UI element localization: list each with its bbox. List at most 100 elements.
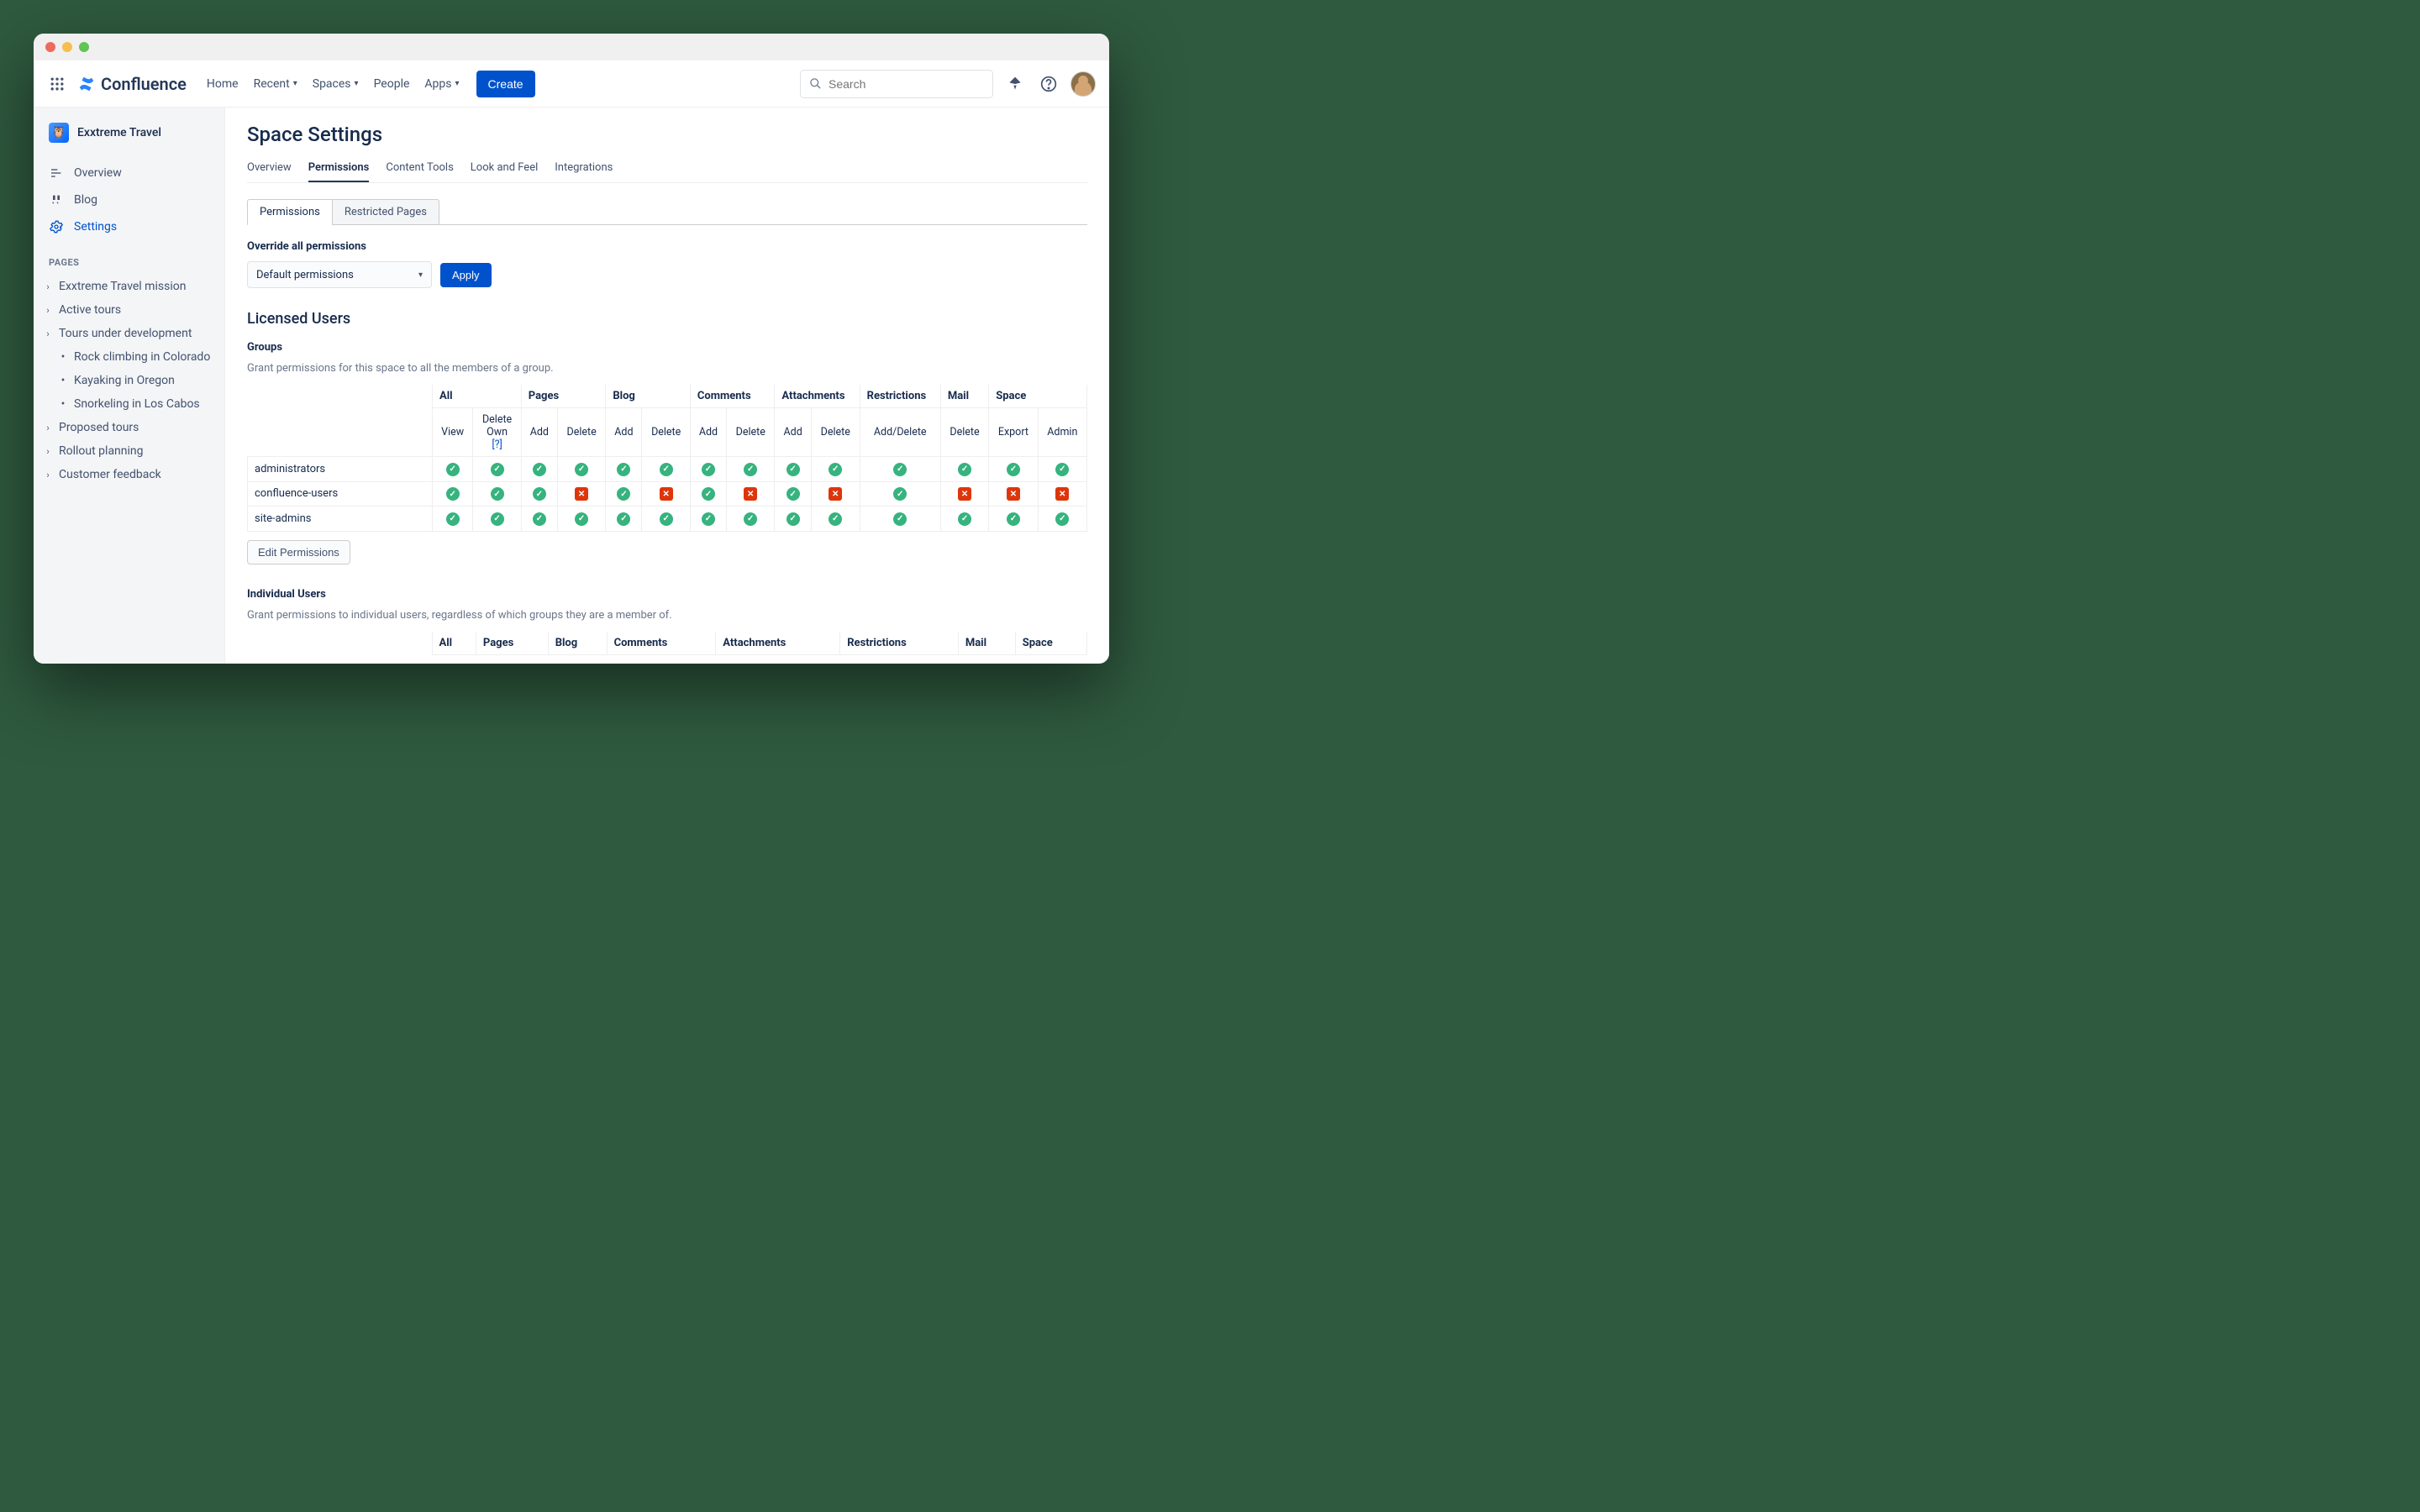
permission-cell[interactable]: ✓ [606, 481, 642, 507]
sidebar-item-overview[interactable]: Overview [40, 160, 218, 186]
override-permissions-select[interactable]: Default permissions ▾ [247, 261, 432, 288]
permission-cell[interactable]: ✓ [940, 507, 988, 532]
permission-row: site-admins✓✓✓✓✓✓✓✓✓✓✓✓✓✓ [248, 507, 1087, 532]
nav-recent[interactable]: Recent▾ [254, 77, 297, 91]
permission-cell[interactable]: ✓ [433, 507, 473, 532]
permission-cell[interactable]: ✓ [1038, 457, 1086, 482]
subtab-permissions[interactable]: Permissions [247, 199, 332, 225]
individual-permissions-table: AllPagesBlogCommentsAttachmentsRestricti… [247, 632, 1087, 655]
col-sub: Add [775, 408, 811, 457]
tab-permissions[interactable]: Permissions [308, 155, 370, 182]
permission-cell[interactable]: ✓ [775, 507, 811, 532]
permission-cell[interactable]: ✕ [1038, 481, 1086, 507]
permission-cell[interactable]: ✓ [557, 507, 605, 532]
tab-integrations[interactable]: Integrations [555, 155, 613, 182]
window-zoom-button[interactable] [79, 42, 89, 52]
permission-cell[interactable]: ✓ [775, 481, 811, 507]
permission-cell[interactable]: ✕ [557, 481, 605, 507]
check-icon: ✓ [575, 463, 588, 476]
permission-cell[interactable]: ✓ [690, 481, 726, 507]
permission-cell[interactable]: ✓ [473, 507, 521, 532]
app-switcher-icon[interactable] [47, 74, 67, 94]
permission-cell[interactable]: ✓ [860, 507, 940, 532]
group-name-cell: confluence-users [248, 481, 433, 507]
permission-cell[interactable]: ✓ [690, 457, 726, 482]
help-icon[interactable] [1037, 72, 1060, 96]
cross-icon: ✕ [660, 487, 673, 501]
search-box[interactable] [800, 70, 993, 98]
edit-permissions-button[interactable]: Edit Permissions [247, 540, 350, 564]
page-tree-item[interactable]: ›Active tours [39, 298, 219, 322]
permission-cell[interactable]: ✓ [811, 507, 860, 532]
page-tree-item[interactable]: ›Rollout planning [39, 439, 219, 463]
check-icon: ✓ [702, 487, 715, 501]
permission-cell[interactable]: ✓ [606, 457, 642, 482]
permission-cell[interactable]: ✕ [642, 481, 690, 507]
permission-cell[interactable]: ✓ [860, 457, 940, 482]
nav-people[interactable]: People [374, 77, 410, 91]
page-tree-item[interactable]: ›Customer feedback [39, 463, 219, 486]
permission-cell[interactable]: ✓ [1038, 507, 1086, 532]
permission-cell[interactable]: ✓ [521, 481, 557, 507]
page-tree-item[interactable]: ›Proposed tours [39, 416, 219, 439]
create-button[interactable]: Create [476, 71, 535, 97]
nav-home[interactable]: Home [207, 77, 239, 91]
sidebar: 🦉 Exxtreme Travel OverviewBlogSettings P… [34, 108, 225, 664]
permission-cell[interactable]: ✕ [940, 481, 988, 507]
permission-cell[interactable]: ✓ [606, 507, 642, 532]
nav-spaces[interactable]: Spaces▾ [313, 77, 359, 91]
permission-cell[interactable]: ✓ [940, 457, 988, 482]
tab-content-tools[interactable]: Content Tools [386, 155, 453, 182]
page-tree-item[interactable]: •Snorkeling in Los Cabos [39, 392, 219, 416]
tab-look-and-feel[interactable]: Look and Feel [471, 155, 538, 182]
permission-cell[interactable]: ✓ [473, 481, 521, 507]
subtab-restricted-pages[interactable]: Restricted Pages [332, 199, 439, 225]
permission-cell[interactable]: ✓ [989, 457, 1038, 482]
window-minimize-button[interactable] [62, 42, 72, 52]
window-titlebar [34, 34, 1109, 60]
nav-apps[interactable]: Apps▾ [424, 77, 459, 91]
user-avatar[interactable] [1071, 71, 1096, 97]
space-header[interactable]: 🦉 Exxtreme Travel [34, 123, 224, 156]
page-tree-item[interactable]: ›Tours under development [39, 322, 219, 345]
delete-own-help-link[interactable]: [?] [492, 438, 502, 451]
col-sub: Add/Delete [860, 408, 940, 457]
permission-cell[interactable]: ✓ [521, 457, 557, 482]
permission-cell[interactable]: ✕ [989, 481, 1038, 507]
permission-cell[interactable]: ✓ [557, 457, 605, 482]
page-tree-item[interactable]: •Rock climbing in Colorado [39, 345, 219, 369]
permission-cell[interactable]: ✓ [727, 507, 775, 532]
group-name-cell: site-admins [248, 507, 433, 532]
window-close-button[interactable] [45, 42, 55, 52]
page-tree-item[interactable]: •Kayaking in Oregon [39, 369, 219, 392]
permission-cell[interactable]: ✓ [642, 507, 690, 532]
permission-cell[interactable]: ✕ [727, 481, 775, 507]
col-sub: Export [989, 408, 1038, 457]
col-group-space: Space [989, 385, 1087, 408]
permission-cell[interactable]: ✓ [433, 481, 473, 507]
permission-cell[interactable]: ✕ [811, 481, 860, 507]
permission-cell[interactable]: ✓ [727, 457, 775, 482]
sidebar-item-settings[interactable]: Settings [40, 213, 218, 240]
col-group-all: All [432, 632, 476, 655]
permission-cell[interactable]: ✓ [642, 457, 690, 482]
page-tree-item[interactable]: ›Exxtreme Travel mission [39, 275, 219, 298]
permission-cell[interactable]: ✓ [521, 507, 557, 532]
product-logo[interactable]: Confluence [77, 74, 187, 94]
search-input[interactable] [829, 77, 984, 91]
tab-overview[interactable]: Overview [247, 155, 292, 182]
check-icon: ✓ [958, 512, 971, 526]
permission-cell[interactable]: ✓ [811, 457, 860, 482]
apply-button[interactable]: Apply [440, 263, 492, 287]
main-content: Space Settings OverviewPermissionsConten… [225, 108, 1109, 664]
permission-cell[interactable]: ✓ [860, 481, 940, 507]
permission-cell[interactable]: ✓ [473, 457, 521, 482]
permission-cell[interactable]: ✓ [433, 457, 473, 482]
page-tree-label: Snorkeling in Los Cabos [74, 397, 200, 411]
space-name: Exxtreme Travel [77, 126, 161, 139]
sidebar-item-blog[interactable]: Blog [40, 186, 218, 213]
permission-cell[interactable]: ✓ [690, 507, 726, 532]
permission-cell[interactable]: ✓ [775, 457, 811, 482]
permission-cell[interactable]: ✓ [989, 507, 1038, 532]
notifications-icon[interactable] [1003, 72, 1027, 96]
